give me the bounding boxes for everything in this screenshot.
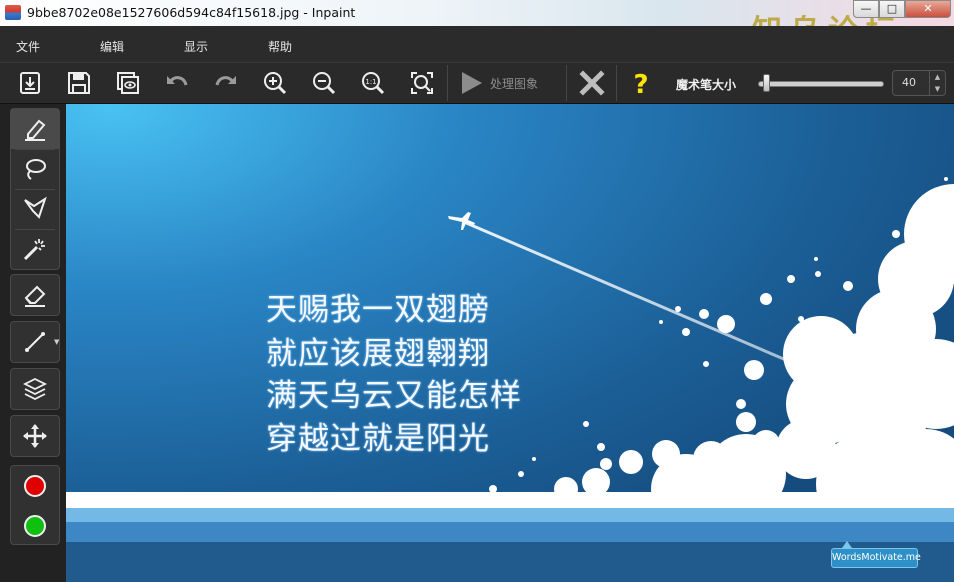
save-button[interactable] <box>62 67 96 99</box>
green-dot-icon <box>24 515 46 537</box>
line-group: ▼ <box>10 321 60 363</box>
cancel-button[interactable] <box>575 67 609 99</box>
process-image-button[interactable]: 处理图象 <box>458 67 563 99</box>
poem-line-4: 穿越过就是阳光 <box>266 421 490 457</box>
brush-size-slider[interactable] <box>758 81 884 87</box>
polygon-lasso-icon <box>24 196 47 219</box>
save-icon <box>68 72 90 94</box>
move-group <box>10 415 60 457</box>
eraser-tool[interactable] <box>11 275 59 315</box>
red-dot-icon <box>24 475 46 497</box>
brush-size-spinbox[interactable]: 40 ▲ ▼ <box>892 70 946 96</box>
polygon-lasso-tool[interactable] <box>11 189 59 229</box>
zoom-in-button[interactable] <box>258 67 292 99</box>
open-button[interactable] <box>13 67 47 99</box>
green-marker-color[interactable] <box>11 506 59 546</box>
lasso-tool[interactable] <box>11 149 59 189</box>
color-group <box>10 465 60 545</box>
poem-line-1: 天赐我一双翅膀 <box>266 292 490 328</box>
window-title: 9bbe8702e08e1527606d594c84f15618.jpg - I… <box>27 5 356 20</box>
menu-view[interactable]: 显示 <box>184 38 208 55</box>
line-icon <box>25 332 45 352</box>
preview-icon <box>117 72 139 94</box>
svg-text:?: ? <box>633 70 648 96</box>
layers-group <box>10 368 60 410</box>
process-image-label: 处理图象 <box>490 76 539 91</box>
eraser-group <box>10 274 60 316</box>
marker-tool[interactable] <box>11 109 59 149</box>
menu-bar: 文件 编辑 显示 帮助 <box>0 26 954 63</box>
redo-button[interactable] <box>209 67 243 99</box>
layers-tool[interactable] <box>11 369 59 409</box>
zoom-out-icon <box>313 72 336 95</box>
toolbar-separator <box>616 65 617 101</box>
image-canvas[interactable]: 天赐我一双翅膀 就应该展翅翱翔 满天乌云又能怎样 穿越过就是阳光 <box>66 104 954 582</box>
open-icon <box>20 72 40 94</box>
svg-text:1:1: 1:1 <box>365 78 376 86</box>
layers-icon <box>22 377 48 401</box>
help-icon: ? <box>633 70 648 96</box>
menu-help[interactable]: 帮助 <box>268 38 292 55</box>
minimize-button[interactable]: — <box>853 0 879 18</box>
zoom-out-button[interactable] <box>307 67 341 99</box>
actual-size-icon: 1:1 <box>362 72 385 95</box>
cancel-icon <box>579 70 605 96</box>
poem-line-2: 就应该展翅翱翔 <box>266 336 490 372</box>
toolbar-separator <box>447 65 448 101</box>
actual-size-button[interactable]: 1:1 <box>356 67 390 99</box>
marker-icon <box>25 119 46 141</box>
magic-wand-tool[interactable] <box>11 229 59 269</box>
magic-wand-icon <box>23 239 45 261</box>
spin-arrows[interactable]: ▲ ▼ <box>929 71 945 95</box>
brush-size-slider-thumb[interactable] <box>762 74 770 92</box>
play-icon <box>462 72 482 94</box>
undo-icon <box>167 76 188 86</box>
redo-icon <box>215 76 236 86</box>
preview-button[interactable] <box>111 67 145 99</box>
red-marker-color[interactable] <box>11 466 59 506</box>
maximize-button[interactable]: □ <box>879 0 905 18</box>
lasso-icon <box>26 159 46 180</box>
line-tool-dropdown-icon[interactable]: ▼ <box>54 338 59 346</box>
image-background <box>66 104 954 582</box>
poem-line-3: 满天乌云又能怎样 <box>266 378 522 414</box>
menu-edit[interactable]: 编辑 <box>100 38 124 55</box>
selection-tools-group <box>10 108 60 270</box>
fit-screen-button[interactable] <box>405 67 439 99</box>
brush-size-label: 魔术笔大小 <box>676 78 737 92</box>
brush-size-value: 40 <box>902 76 916 89</box>
toolbar-separator <box>566 65 567 101</box>
move-icon <box>23 424 47 448</box>
move-tool[interactable] <box>11 416 59 456</box>
tool-sidebar: ▼ <box>0 104 66 582</box>
close-button[interactable]: ✕ <box>905 0 951 18</box>
zoom-in-icon <box>264 72 287 95</box>
title-bar: 9bbe8702e08e1527606d594c84f15618.jpg - I… <box>0 0 954 49</box>
help-button[interactable]: ? <box>624 67 658 99</box>
line-tool[interactable] <box>11 322 59 362</box>
site-badge: WordsMotivate.me <box>831 548 921 568</box>
badge-pointer <box>842 541 852 548</box>
menu-file[interactable]: 文件 <box>16 38 40 55</box>
eraser-icon <box>24 285 46 307</box>
app-icon <box>5 5 21 20</box>
undo-button[interactable] <box>160 67 194 99</box>
fit-screen-icon <box>411 72 433 94</box>
